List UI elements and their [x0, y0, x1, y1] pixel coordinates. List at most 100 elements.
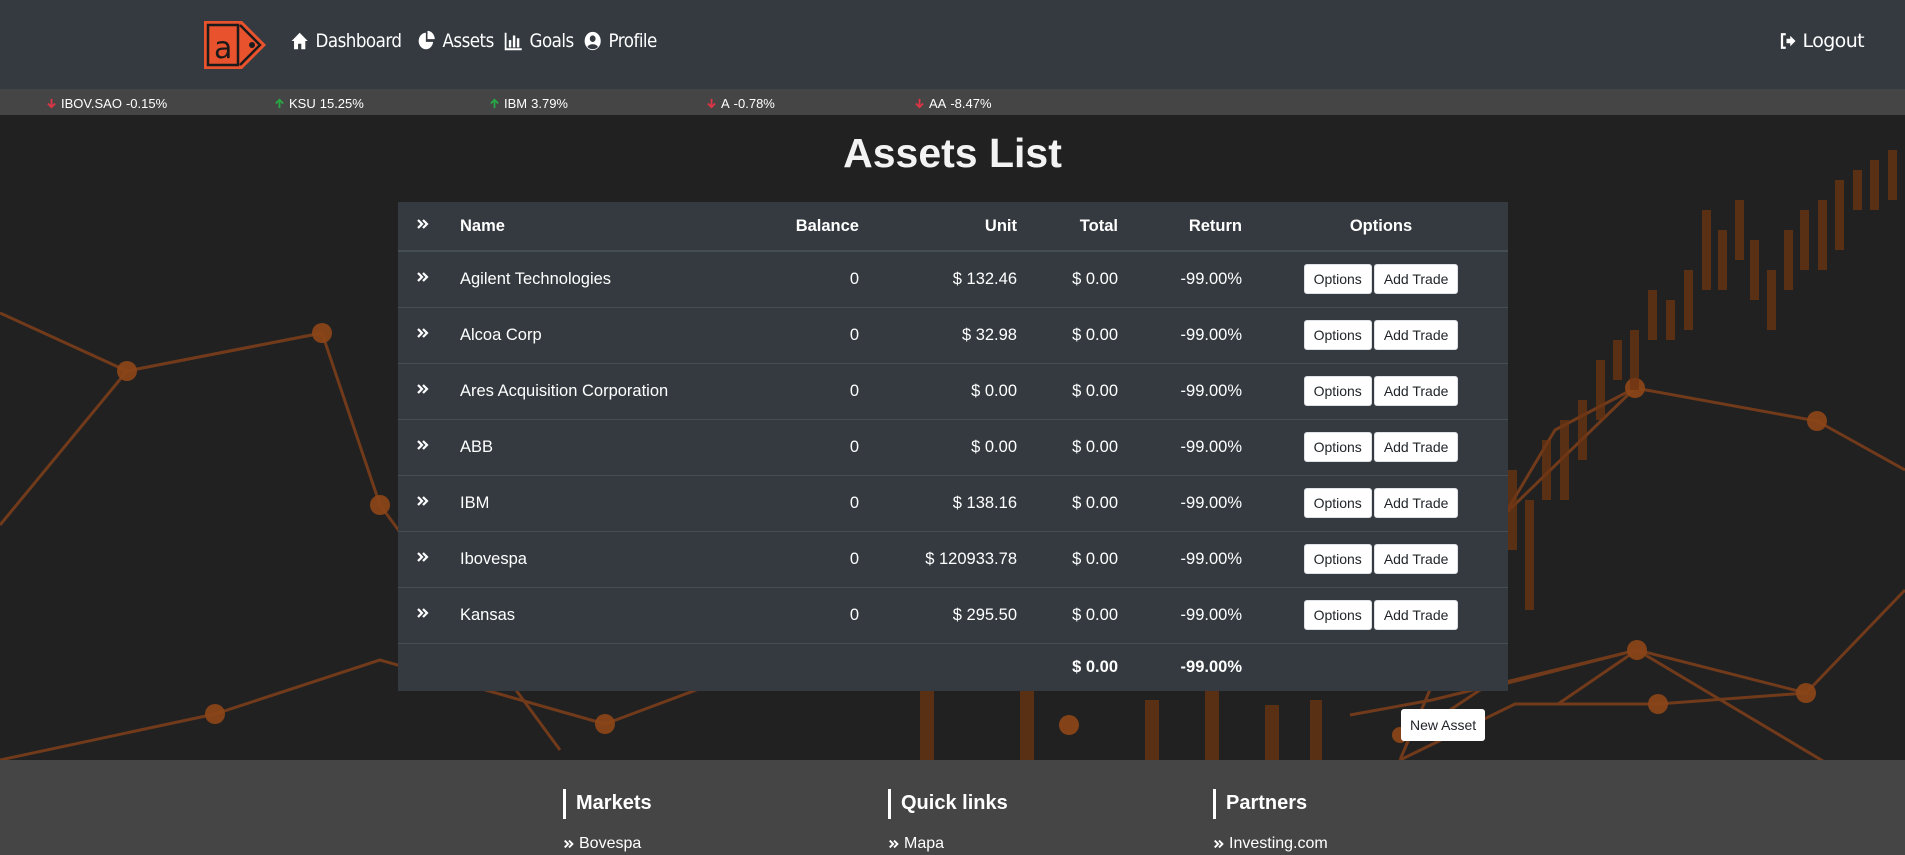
asset-unit-price: $ 120933.78 — [871, 530, 1029, 587]
row-actions: Options Add Trade — [1254, 474, 1508, 531]
asset-unit-price: $ 138.16 — [871, 474, 1029, 531]
footer-heading: Partners — [1213, 789, 1328, 819]
grand-return: -99.00% — [1130, 642, 1254, 691]
asset-return: -99.00% — [1130, 418, 1254, 475]
asset-return: -99.00% — [1130, 586, 1254, 643]
column-header-unit: Unit — [871, 202, 1029, 252]
nav-assets-label: Assets — [442, 30, 494, 52]
double-chevron-right-icon — [417, 327, 429, 338]
options-button[interactable]: Options — [1303, 488, 1372, 518]
footer-column-partners: Partners Investing.com — [1213, 789, 1328, 853]
footer-link[interactable]: Mapa — [888, 835, 1008, 853]
asset-unit-price: $ 32.98 — [871, 306, 1029, 363]
asset-balance: 0 — [738, 250, 871, 307]
app-logo[interactable]: a — [202, 19, 268, 71]
add-trade-button[interactable]: Add Trade — [1373, 264, 1459, 295]
column-header-total: Total — [1029, 202, 1130, 252]
footer-column-markets: Markets Bovespa — [563, 789, 652, 853]
logout-link[interactable]: Logout — [1779, 30, 1865, 52]
logo-letter: a — [214, 31, 232, 66]
add-trade-button[interactable]: Add Trade — [1373, 320, 1459, 350]
asset-unit-price: $ 295.50 — [871, 586, 1029, 643]
expand-row-toggle[interactable] — [398, 250, 448, 307]
footer-heading: Markets — [563, 789, 652, 819]
ticker-item: AA -8.47% — [914, 96, 992, 111]
asset-unit-price: $ 0.00 — [871, 418, 1029, 475]
expand-row-toggle[interactable] — [398, 418, 448, 475]
table-row: IBM 0 $ 138.16 $ 0.00 -99.00% Options Add… — [398, 474, 1508, 531]
expand-row-toggle[interactable] — [398, 362, 448, 419]
footer-link-label: Investing.com — [1229, 835, 1328, 852]
footer-column-quick-links: Quick links Mapa — [888, 789, 1008, 853]
add-trade-button[interactable]: Add Trade — [1373, 544, 1459, 574]
column-header-options: Options — [1254, 202, 1508, 252]
assets-table: Name Balance Unit Total Return Options A… — [398, 202, 1508, 691]
bar-chart-icon — [504, 32, 522, 51]
page-title: Assets List — [843, 130, 1062, 176]
add-trade-button[interactable]: Add Trade — [1373, 488, 1459, 518]
row-actions: Options Add Trade — [1254, 306, 1508, 363]
asset-name: Kansas — [448, 586, 738, 643]
arrow-up-icon — [275, 98, 284, 109]
ticker-item: IBOV.SAO -0.15% — [46, 96, 167, 111]
ticker-change: 3.79% — [531, 96, 568, 111]
expand-row-toggle[interactable] — [398, 586, 448, 643]
ticker-item: KSU 15.25% — [274, 96, 364, 111]
add-trade-button[interactable]: Add Trade — [1373, 376, 1459, 406]
asset-return: -99.00% — [1130, 306, 1254, 363]
asset-total: $ 0.00 — [1029, 306, 1130, 363]
ticker-symbol: KSU — [289, 96, 316, 111]
options-button[interactable]: Options — [1303, 264, 1372, 295]
asset-total: $ 0.00 — [1029, 474, 1130, 531]
double-chevron-right-icon — [564, 839, 574, 849]
footer-link[interactable]: Bovespa — [563, 835, 652, 853]
double-chevron-right-icon — [417, 383, 429, 394]
ticker-item: A -0.78% — [706, 96, 775, 111]
double-chevron-right-icon — [1214, 839, 1224, 849]
asset-total: $ 0.00 — [1029, 418, 1130, 475]
user-circle-icon — [584, 31, 601, 51]
expand-all-header[interactable] — [398, 202, 448, 252]
asset-unit-price: $ 0.00 — [871, 362, 1029, 419]
options-button[interactable]: Options — [1303, 544, 1372, 574]
new-asset-button[interactable]: New Asset — [1401, 709, 1486, 741]
arrow-down-icon — [47, 98, 56, 109]
nav-dashboard[interactable]: Dashboard — [290, 30, 402, 52]
nav-profile-label: Profile — [608, 30, 658, 52]
asset-total: $ 0.00 — [1029, 250, 1130, 307]
double-chevron-right-icon — [417, 218, 429, 229]
site-footer: Markets Bovespa Quick links Mapa Partner… — [0, 760, 1905, 855]
asset-return: -99.00% — [1130, 474, 1254, 531]
expand-row-toggle[interactable] — [398, 474, 448, 531]
add-trade-button[interactable]: Add Trade — [1373, 432, 1459, 462]
options-button[interactable]: Options — [1303, 432, 1372, 462]
double-chevron-right-icon — [417, 271, 429, 282]
asset-name: Alcoa Corp — [448, 306, 738, 363]
add-trade-button[interactable]: Add Trade — [1373, 600, 1459, 630]
asset-return: -99.00% — [1130, 250, 1254, 307]
asset-name: ABB — [448, 418, 738, 475]
options-button[interactable]: Options — [1303, 600, 1372, 630]
row-actions: Options Add Trade — [1254, 418, 1508, 475]
ticker-change: -0.78% — [733, 96, 775, 111]
asset-total: $ 0.00 — [1029, 530, 1130, 587]
nav-profile[interactable]: Profile — [583, 30, 657, 52]
nav-assets[interactable]: Assets — [417, 30, 494, 52]
ticker-bar: IBOV.SAO -0.15% KSU 15.25% IBM 3.79% A -… — [0, 89, 1905, 115]
ticker-symbol: AA — [929, 96, 947, 111]
ticker-item: IBM 3.79% — [489, 96, 568, 111]
nav-goals[interactable]: Goals — [504, 30, 574, 52]
expand-row-toggle[interactable] — [398, 306, 448, 363]
asset-name: Ibovespa — [448, 530, 738, 587]
footer-link[interactable]: Investing.com — [1213, 835, 1328, 853]
row-actions: Options Add Trade — [1254, 530, 1508, 587]
arrow-down-icon — [707, 98, 716, 109]
asset-name: IBM — [448, 474, 738, 531]
options-button[interactable]: Options — [1303, 320, 1372, 350]
asset-total: $ 0.00 — [1029, 586, 1130, 643]
options-button[interactable]: Options — [1303, 376, 1372, 406]
double-chevron-right-icon — [417, 607, 429, 618]
row-actions: Options Add Trade — [1254, 586, 1508, 643]
logout-label: Logout — [1802, 30, 1865, 52]
expand-row-toggle[interactable] — [398, 530, 448, 587]
